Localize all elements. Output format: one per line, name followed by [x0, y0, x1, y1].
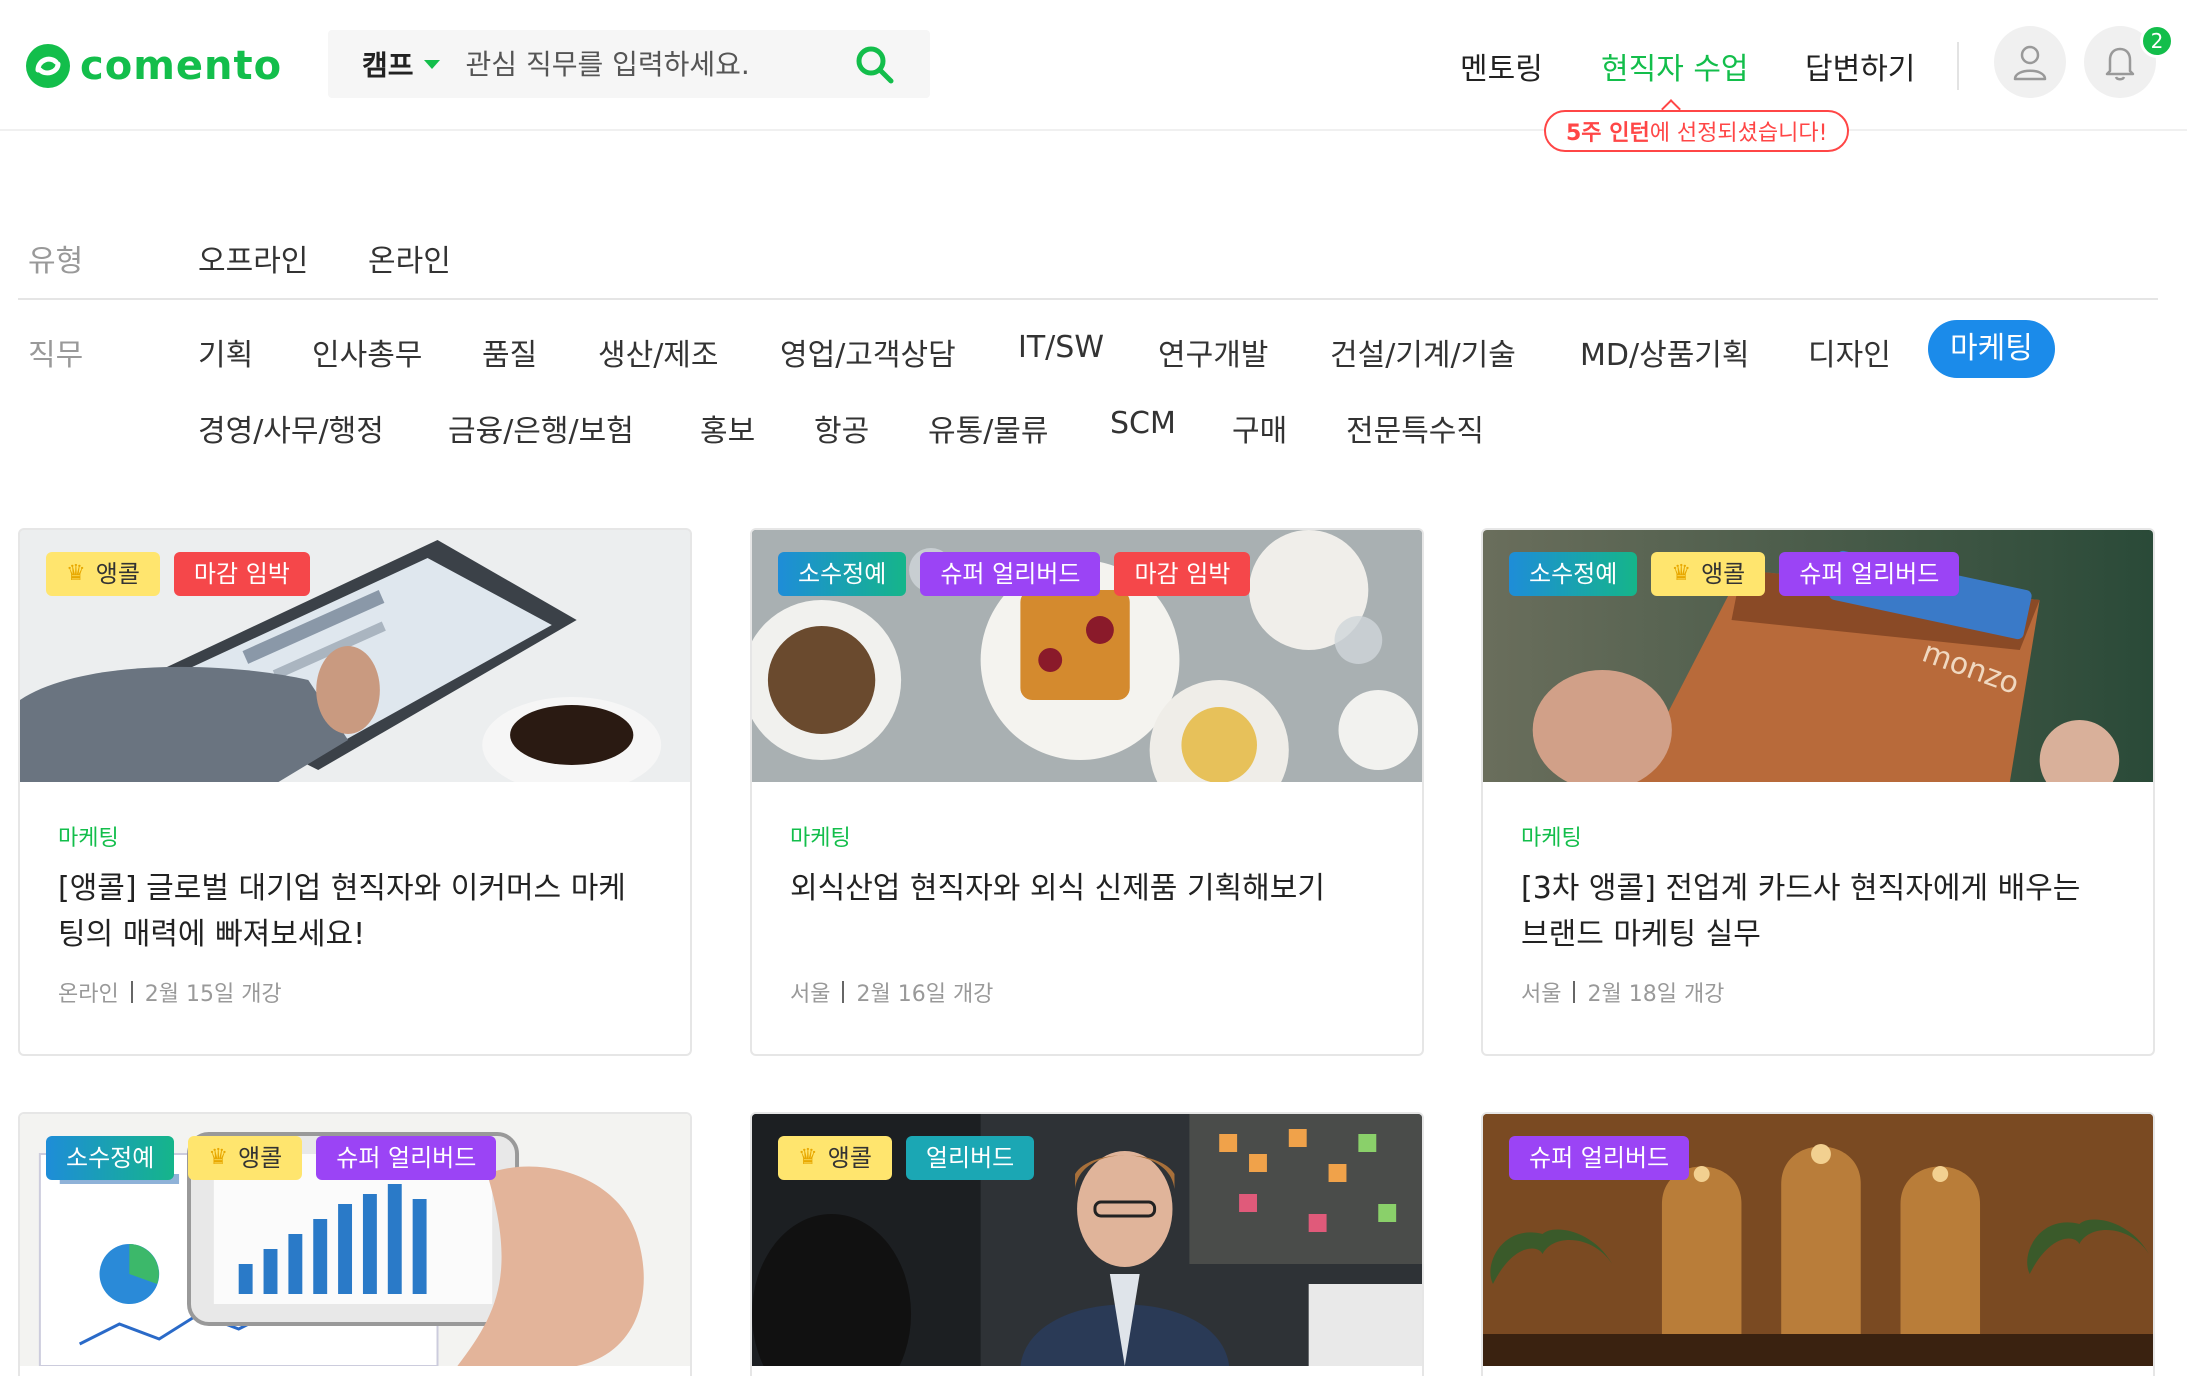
- tag-closing-soon: 마감 임박: [1114, 552, 1251, 596]
- class-card[interactable]: 소수정예 슈퍼 얼리버드 마감 임박 마케팅 외식산업 현직자와 외식 신제품 …: [750, 528, 1424, 1056]
- filter-job-purchasing[interactable]: 구매: [1232, 406, 1287, 450]
- search-category-dropdown[interactable]: 캠프: [362, 44, 440, 84]
- leather-wallet-photo: monzo 소수정예 ♛ 앵콜 슈퍼 얼리버드: [1483, 530, 2153, 782]
- card-date: 2월 16일 개강: [856, 982, 994, 1007]
- filter-job-sales[interactable]: 영업/고객상담: [780, 330, 956, 374]
- crown-icon: ♛: [208, 1145, 229, 1170]
- filter-job-aviation[interactable]: 항공: [814, 406, 869, 450]
- tag-encore: ♛ 앵콜: [46, 552, 160, 596]
- card-date: 2월 18일 개강: [1587, 982, 1725, 1007]
- filter-job-construction[interactable]: 건설/기계/기술: [1330, 330, 1516, 374]
- search-category-label: 캠프: [362, 49, 414, 82]
- filter-job-scm[interactable]: SCM: [1110, 406, 1176, 441]
- filter-divider: [18, 298, 2158, 300]
- search-bar: 캠프: [328, 30, 930, 98]
- palace-hall-photo: 슈퍼 얼리버드: [1483, 1114, 2153, 1366]
- tag-small-group: 소수정예: [1509, 552, 1638, 596]
- tag-super-early-bird: 슈퍼 얼리버드: [1779, 552, 1960, 596]
- filter-job-md[interactable]: MD/상품기획: [1580, 330, 1750, 374]
- class-card[interactable]: ♛ 앵콜 마감 임박 마케팅 [앵콜] 글로벌 대기업 현직자와 이커머스 마케팅…: [18, 528, 692, 1056]
- logo-text: comento: [80, 43, 283, 89]
- filter-job-rnd[interactable]: 연구개발: [1158, 330, 1268, 374]
- card-category: 마케팅: [790, 826, 851, 851]
- filter-job-design[interactable]: 디자인: [1808, 330, 1891, 374]
- card-date: 2월 15일 개강: [144, 982, 282, 1007]
- filter-job-quality[interactable]: 품질: [482, 330, 537, 374]
- filter-type-label: 유형: [28, 244, 84, 279]
- tooltip-bold-text: 5주 인턴: [1566, 121, 1650, 146]
- filter-job-specialist[interactable]: 전문특수직: [1346, 406, 1484, 450]
- tag-closing-soon: 마감 임박: [173, 552, 310, 596]
- meeting-man-photo: ♛ 앵콜 얼리버드: [752, 1114, 1422, 1366]
- class-card[interactable]: monzo 소수정예 ♛ 앵콜 슈퍼 얼리버드 마케팅 [3차 앵콜] 전업계 카…: [1481, 528, 2155, 1056]
- filter-job-it-sw[interactable]: IT/SW: [1018, 330, 1104, 365]
- tag-small-group: 소수정예: [778, 552, 907, 596]
- crown-icon: ♛: [798, 1145, 818, 1170]
- intern-selected-tooltip: 5주 인턴 에 선정되셨습니다!: [1544, 110, 1850, 152]
- crown-icon: ♛: [66, 561, 86, 586]
- filter-job-finance[interactable]: 금융/은행/보험: [448, 406, 634, 450]
- tablet-coffee-photo: ♛ 앵콜 마감 임박: [20, 530, 690, 782]
- tag-super-early-bird: 슈퍼 얼리버드: [316, 1136, 497, 1180]
- filter-job-hr[interactable]: 인사총무: [312, 330, 422, 374]
- filter-job-production[interactable]: 생산/제조: [598, 330, 719, 374]
- filter-type-online[interactable]: 온라인: [368, 236, 451, 280]
- card-category: 마케팅: [1521, 826, 1582, 851]
- tag-encore: ♛ 앵콜: [188, 1136, 303, 1180]
- card-location: 서울: [1521, 982, 1562, 1007]
- chevron-down-icon: [423, 59, 440, 69]
- tag-small-group: 소수정예: [46, 1136, 175, 1180]
- bell-icon: [2105, 47, 2135, 81]
- meta-divider: [1573, 981, 1576, 1003]
- filter-job-marketing[interactable]: 마케팅: [1928, 320, 2055, 378]
- nav-live-class[interactable]: 현직자 수업: [1601, 44, 1749, 88]
- tag-encore: ♛ 앵콜: [1651, 552, 1766, 596]
- filter-type-offline[interactable]: 오프라인: [198, 236, 308, 280]
- filter-job-logistics[interactable]: 유통/물류: [928, 406, 1049, 450]
- card-category: 마케팅: [58, 826, 119, 851]
- nav-answer[interactable]: 답변하기: [1805, 44, 1915, 88]
- nav-mentoring[interactable]: 멘토링: [1460, 44, 1543, 88]
- card-title[interactable]: [3차 앵콜] 전업계 카드사 현직자에게 배우는 브랜드 마케팅 실무: [1521, 866, 2115, 958]
- phone-analytics-photo: 소수정예 ♛ 앵콜 슈퍼 얼리버드: [20, 1114, 690, 1366]
- filter-job-label: 직무: [28, 338, 84, 373]
- class-card[interactable]: 슈퍼 얼리버드: [1481, 1112, 2155, 1376]
- tag-super-early-bird: 슈퍼 얼리버드: [1509, 1136, 1690, 1180]
- comento-logo[interactable]: comento: [24, 40, 282, 92]
- filter-job-planning[interactable]: 기획: [198, 330, 253, 374]
- card-title[interactable]: 외식산업 현직자와 외식 신제품 기획해보기: [790, 866, 1384, 958]
- card-title[interactable]: [앵콜] 글로벌 대기업 현직자와 이커머스 마케팅의 매력에 빠져보세요!: [58, 866, 652, 958]
- class-card[interactable]: 소수정예 ♛ 앵콜 슈퍼 얼리버드: [18, 1112, 692, 1376]
- filter-job-management[interactable]: 경영/사무/행정: [198, 406, 384, 450]
- card-location: 서울: [790, 982, 831, 1007]
- tag-early-bird: 얼리버드: [905, 1136, 1035, 1180]
- crown-icon: ♛: [1671, 561, 1692, 586]
- tag-super-early-bird: 슈퍼 얼리버드: [920, 552, 1101, 596]
- meta-divider: [130, 981, 133, 1003]
- tag-encore: ♛ 앵콜: [778, 1136, 892, 1180]
- search-icon[interactable]: [854, 44, 896, 86]
- top-header: comento 캠프 멘토링 현직자 수업 답변하기 2: [0, 0, 2187, 131]
- class-card[interactable]: ♛ 앵콜 얼리버드: [750, 1112, 1424, 1376]
- profile-button[interactable]: [1994, 26, 2066, 98]
- waffle-brunch-photo: 소수정예 슈퍼 얼리버드 마감 임박: [752, 530, 1422, 782]
- comento-logo-icon: [26, 44, 70, 88]
- nav-divider: [1957, 42, 1959, 90]
- search-input[interactable]: [465, 47, 826, 81]
- meta-divider: [842, 981, 845, 1003]
- user-icon: [2013, 45, 2047, 81]
- tooltip-text: 에 선정되셨습니다!: [1649, 121, 1828, 146]
- card-location: 온라인: [58, 982, 119, 1007]
- notification-count-badge: 2: [2140, 24, 2174, 58]
- filter-job-pr[interactable]: 홍보: [700, 406, 755, 450]
